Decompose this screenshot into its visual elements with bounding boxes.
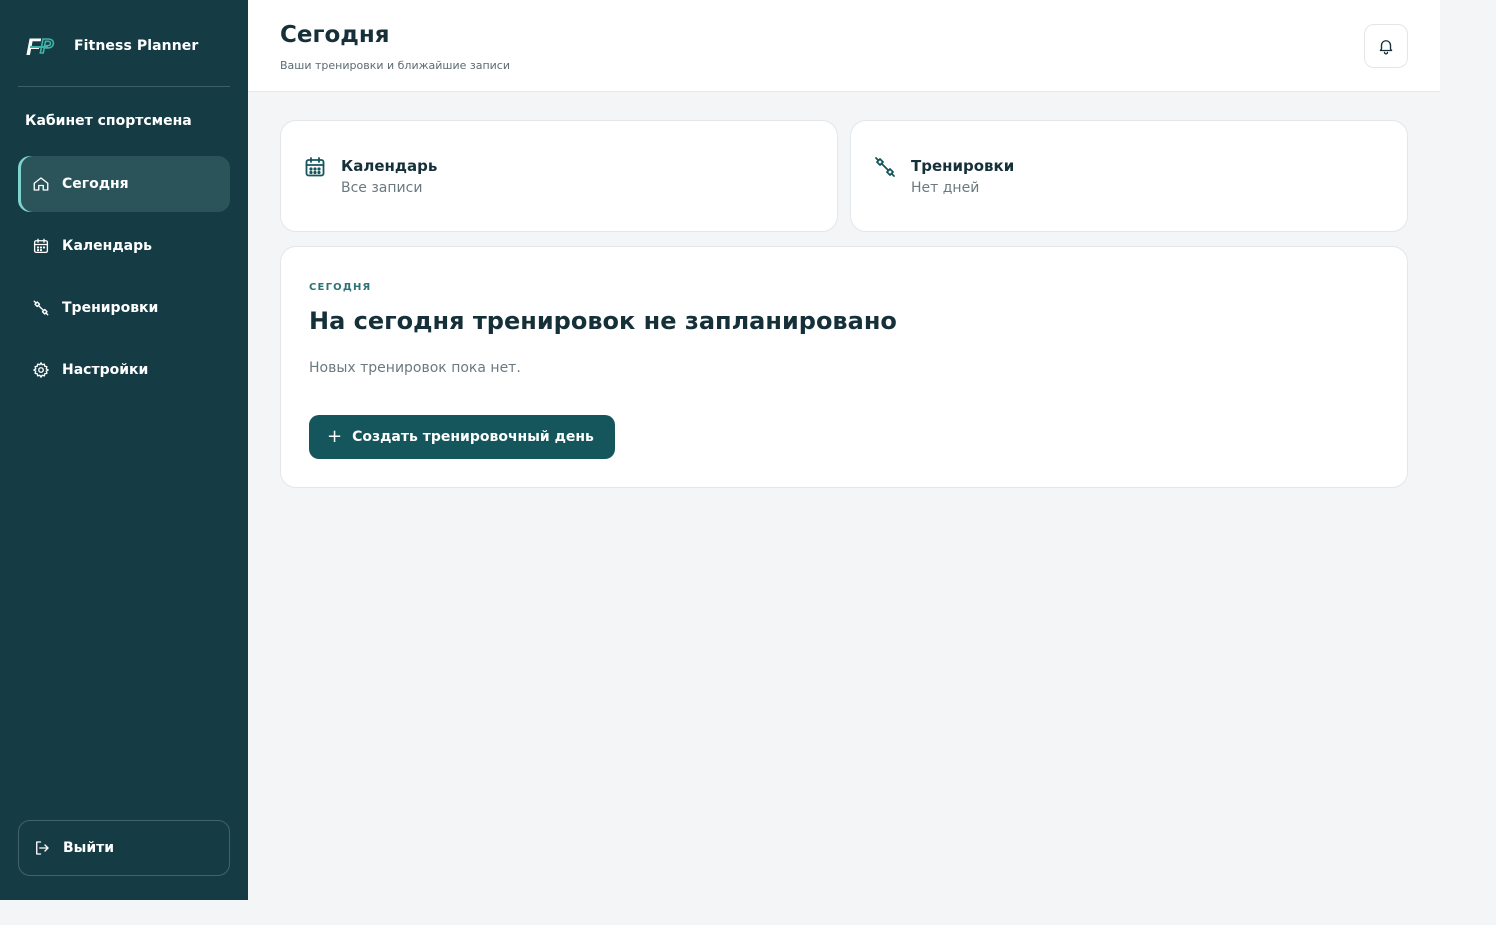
- calendar-card-subtitle: Все записи: [341, 180, 423, 196]
- sidebar-item-settings[interactable]: Настройки: [18, 342, 230, 398]
- sidebar-item-label: Сегодня: [62, 176, 129, 192]
- calendar-card[interactable]: Календарь Все записи: [280, 120, 838, 232]
- calendar-icon: [32, 237, 50, 255]
- today-eyebrow: Сегодня: [309, 282, 372, 293]
- logout-button[interactable]: Выйти: [18, 820, 230, 876]
- home-icon: [32, 175, 50, 193]
- logout-icon: [33, 839, 51, 857]
- today-panel: Сегодня На сегодня тренировок не заплани…: [280, 246, 1408, 488]
- sidebar-item-label: Тренировки: [62, 300, 159, 316]
- calendar-icon: [303, 155, 327, 179]
- notifications-button[interactable]: [1364, 24, 1408, 68]
- workouts-card-title: Тренировки: [911, 157, 1015, 175]
- plus-icon: +: [327, 426, 343, 447]
- sidebar-item-workouts[interactable]: Тренировки: [18, 280, 230, 336]
- dumbbell-icon: [873, 155, 897, 179]
- logout-label: Выйти: [63, 840, 115, 856]
- workouts-card-subtitle: Нет дней: [911, 180, 980, 196]
- workouts-card[interactable]: Тренировки Нет дней: [850, 120, 1408, 232]
- brand-logo-icon: F P: [26, 34, 55, 61]
- brand-divider: [18, 86, 230, 87]
- sidebar: F P Fitness Planner Кабинет спортсмена С…: [0, 0, 248, 900]
- sidebar-item-today[interactable]: Сегодня: [18, 156, 230, 212]
- dumbbell-icon: [32, 299, 50, 317]
- brand[interactable]: F P Fitness Planner: [26, 30, 198, 62]
- page-header: Сегодня Ваши тренировки и ближайшие запи…: [248, 0, 1440, 92]
- today-empty-title: На сегодня тренировок не запланировано: [309, 307, 897, 335]
- page-subtitle: Ваши тренировки и ближайшие записи: [280, 59, 510, 72]
- sidebar-item-calendar[interactable]: Календарь: [18, 218, 230, 274]
- sidebar-section-title: Кабинет спортсмена: [25, 113, 192, 129]
- sidebar-item-label: Настройки: [62, 362, 149, 378]
- calendar-card-title: Календарь: [341, 157, 438, 175]
- sidebar-item-label: Календарь: [62, 238, 152, 254]
- create-workout-day-label: Создать тренировочный день: [352, 429, 594, 445]
- brand-name: Fitness Planner: [74, 38, 199, 54]
- sidebar-nav: Сегодня Календарь Тренировки Настройки: [18, 156, 230, 404]
- gear-icon: [32, 361, 50, 379]
- bell-icon: [1379, 40, 1393, 55]
- create-workout-day-button[interactable]: + Создать тренировочный день: [309, 415, 615, 459]
- page-title: Сегодня: [280, 22, 390, 48]
- today-empty-text: Новых тренировок пока нет.: [309, 360, 521, 376]
- app-root: F P Fitness Planner Кабинет спортсмена С…: [0, 0, 1496, 925]
